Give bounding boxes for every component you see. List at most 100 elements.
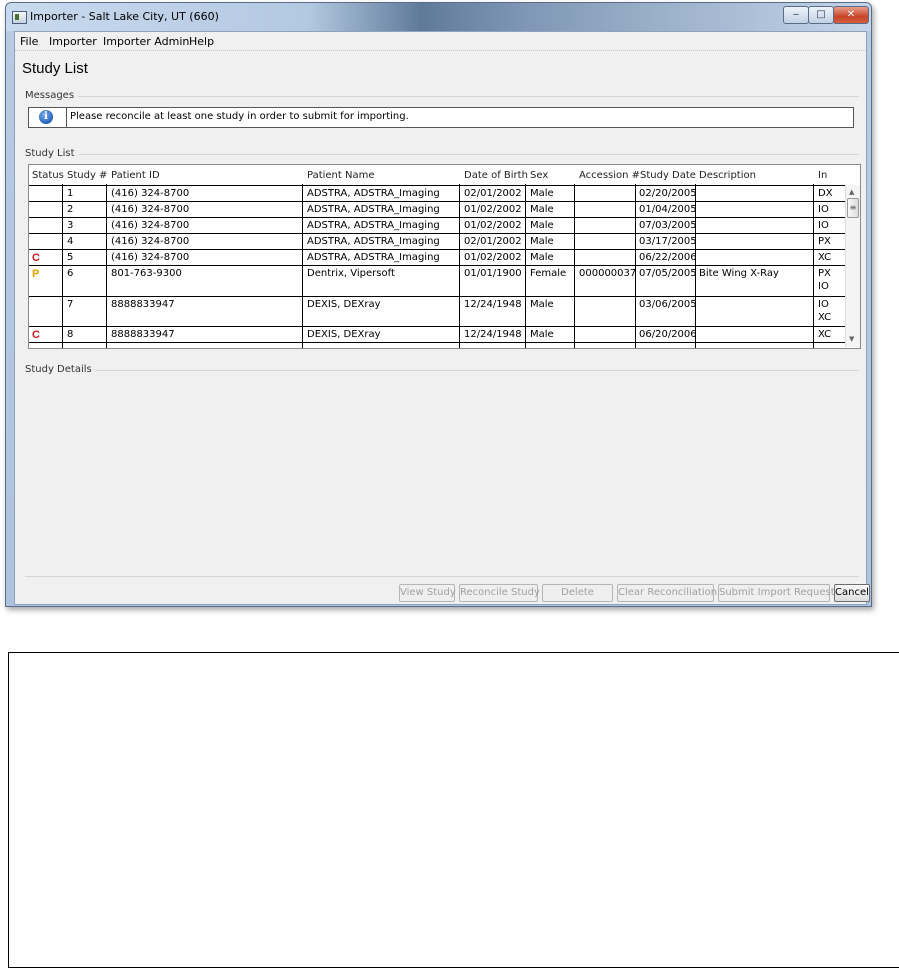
- cell-patient-id: (416) 324-8700: [111, 188, 190, 199]
- cell-in: XC: [818, 252, 832, 263]
- cell-date-of-birth: 12/24/1948: [464, 299, 522, 310]
- menu-help[interactable]: Help: [189, 35, 214, 48]
- cell-study-date: 01/04/2005: [639, 204, 697, 215]
- grid-bottom-line: [29, 342, 845, 343]
- cell-in: PX: [818, 236, 831, 247]
- cell-date-of-birth: 12/24/1948: [464, 329, 522, 340]
- table-row[interactable]: 1 (416) 324-8700 ADSTRA, ADSTRA_Imaging 02/…: [29, 185, 845, 202]
- cell-sex: Female: [530, 268, 567, 279]
- cell-sex: Male: [530, 252, 554, 263]
- cell-date-of-birth: 02/01/2002: [464, 188, 522, 199]
- messages-label: Messages: [25, 90, 79, 101]
- cell-patient-name: DEXIS, DEXray: [307, 329, 381, 340]
- submit-import-request-button[interactable]: Submit Import Request: [718, 584, 835, 602]
- menu-importer-admin[interactable]: Importer Admin: [103, 35, 189, 48]
- cell-status: C: [32, 329, 40, 341]
- grid-column-line: [635, 184, 636, 348]
- table-row[interactable]: 3 (416) 324-8700 ADSTRA, ADSTRA_Imaging 01/…: [29, 217, 845, 234]
- cell-sex: Male: [530, 236, 554, 247]
- cancel-button[interactable]: Cancel: [834, 584, 870, 602]
- table-row[interactable]: 7 8888833947 DEXIS, DEXray 12/24/1948 Male 03…: [29, 296, 845, 327]
- maximize-button[interactable]: □: [808, 6, 834, 24]
- study-details-label: Study Details: [25, 364, 96, 375]
- menu-file[interactable]: File: [20, 35, 38, 48]
- cell-study-date: 03/06/2005: [639, 299, 697, 310]
- cell-status: C: [32, 252, 40, 264]
- cell-patient-name: ADSTRA, ADSTRA_Imaging: [307, 252, 440, 263]
- study-details-divider: [25, 370, 859, 371]
- column-header-description[interactable]: Description: [699, 170, 756, 181]
- title-bar[interactable]: Importer - Salt Lake City, UT (660) ‒ □ …: [6, 3, 871, 31]
- cell-patient-name: ADSTRA, ADSTRA_Imaging: [307, 220, 440, 231]
- info-icon: i: [39, 110, 53, 124]
- cell-patient-name: DEXIS, DEXray: [307, 299, 381, 310]
- cell-patient-id: 8888833947: [111, 329, 175, 340]
- message-box: i Please reconcile at least one study in…: [28, 107, 854, 128]
- column-header-sex[interactable]: Sex: [530, 170, 548, 181]
- close-button[interactable]: ✕: [833, 6, 869, 24]
- grid-scrollbar[interactable]: ▲ ≡ ▼: [845, 185, 860, 347]
- empty-frame: [8, 652, 899, 968]
- column-header-patient-id[interactable]: Patient ID: [111, 170, 160, 181]
- table-row[interactable]: 4 (416) 324-8700 ADSTRA, ADSTRA_Imaging 02/…: [29, 233, 845, 250]
- grid-column-line: [302, 184, 303, 348]
- table-row[interactable]: 2 (416) 324-8700 ADSTRA, ADSTRA_Imaging 01/…: [29, 201, 845, 218]
- cell-in: IO: [818, 299, 829, 310]
- clear-reconciliation-button[interactable]: Clear Reconciliation: [617, 584, 717, 602]
- cell-patient-id: (416) 324-8700: [111, 220, 190, 231]
- message-text: Please reconcile at least one study in o…: [70, 111, 409, 122]
- column-header-in[interactable]: In: [818, 170, 827, 181]
- cell-patient-name: Dentrix, Vipersoft: [307, 268, 395, 279]
- cell-sex: Male: [530, 220, 554, 231]
- reconcile-study-button[interactable]: Reconcile Study: [459, 584, 540, 602]
- grid-column-line: [62, 184, 63, 348]
- grid-column-line: [574, 184, 575, 348]
- column-header-date-of-birth[interactable]: Date of Birth: [464, 170, 528, 181]
- menu-importer[interactable]: Importer: [49, 35, 97, 48]
- column-header-study-number[interactable]: Study #: [67, 170, 107, 181]
- cell-study-number: 8: [67, 329, 74, 340]
- cell-sex: Male: [530, 329, 554, 340]
- grid-column-line: [813, 184, 814, 348]
- table-row[interactable]: P 6 801-763-9300 Dentrix, Vipersoft 01/01/19…: [29, 265, 845, 297]
- cell-patient-id: (416) 324-8700: [111, 204, 190, 215]
- messages-divider: [25, 96, 859, 97]
- cell-patient-id: 801-763-9300: [111, 268, 182, 279]
- cell-study-number: 6: [67, 268, 74, 279]
- cell-patient-name: ADSTRA, ADSTRA_Imaging: [307, 188, 440, 199]
- column-header-study-date[interactable]: Study Date: [640, 170, 696, 181]
- table-row[interactable]: C 8 8888833947 DEXIS, DEXray 12/24/1948 Male 0…: [29, 326, 845, 343]
- study-grid[interactable]: Status Study # Patient ID Patient Name D…: [28, 164, 861, 349]
- column-header-accession[interactable]: Accession #: [579, 170, 640, 181]
- cell-date-of-birth: 01/01/1900: [464, 268, 522, 279]
- menu-bar: File Importer Importer Admin Help: [15, 32, 866, 51]
- cell-study-number: 5: [67, 252, 74, 263]
- scroll-down-arrow-icon[interactable]: ▼: [849, 335, 854, 343]
- cell-study-date: 02/20/2005: [639, 188, 697, 199]
- view-study-button[interactable]: View Study: [399, 584, 456, 602]
- cell-in: DX: [818, 188, 833, 199]
- message-separator: [66, 108, 67, 127]
- cell-sex: Male: [530, 299, 554, 310]
- cell-study-date: 07/05/2005: [639, 268, 697, 279]
- grid-column-line: [106, 184, 107, 348]
- cell-sex: Male: [530, 204, 554, 215]
- cell-study-number: 3: [67, 220, 74, 231]
- delete-button[interactable]: Delete: [542, 584, 613, 602]
- grid-column-line: [459, 184, 460, 348]
- cell-in: PX: [818, 268, 831, 279]
- table-row[interactable]: C 5 (416) 324-8700 ADSTRA, ADSTRA_Imaging 01…: [29, 249, 845, 266]
- scroll-up-arrow-icon[interactable]: ▲: [849, 188, 854, 196]
- study-list-divider: [25, 154, 859, 155]
- column-header-patient-name[interactable]: Patient Name: [307, 170, 375, 181]
- cell-status: P: [32, 268, 40, 280]
- cell-patient-id: (416) 324-8700: [111, 252, 190, 263]
- scrollbar-thumb[interactable]: ≡: [847, 198, 859, 218]
- grid-column-line: [695, 184, 696, 348]
- client-area: File Importer Importer Admin Help Study …: [14, 31, 870, 605]
- cell-date-of-birth: 01/02/2002: [464, 204, 522, 215]
- cell-in: IO: [818, 220, 829, 231]
- column-header-status[interactable]: Status: [32, 170, 64, 181]
- minimize-button[interactable]: ‒: [783, 6, 809, 24]
- cell-date-of-birth: 01/02/2002: [464, 220, 522, 231]
